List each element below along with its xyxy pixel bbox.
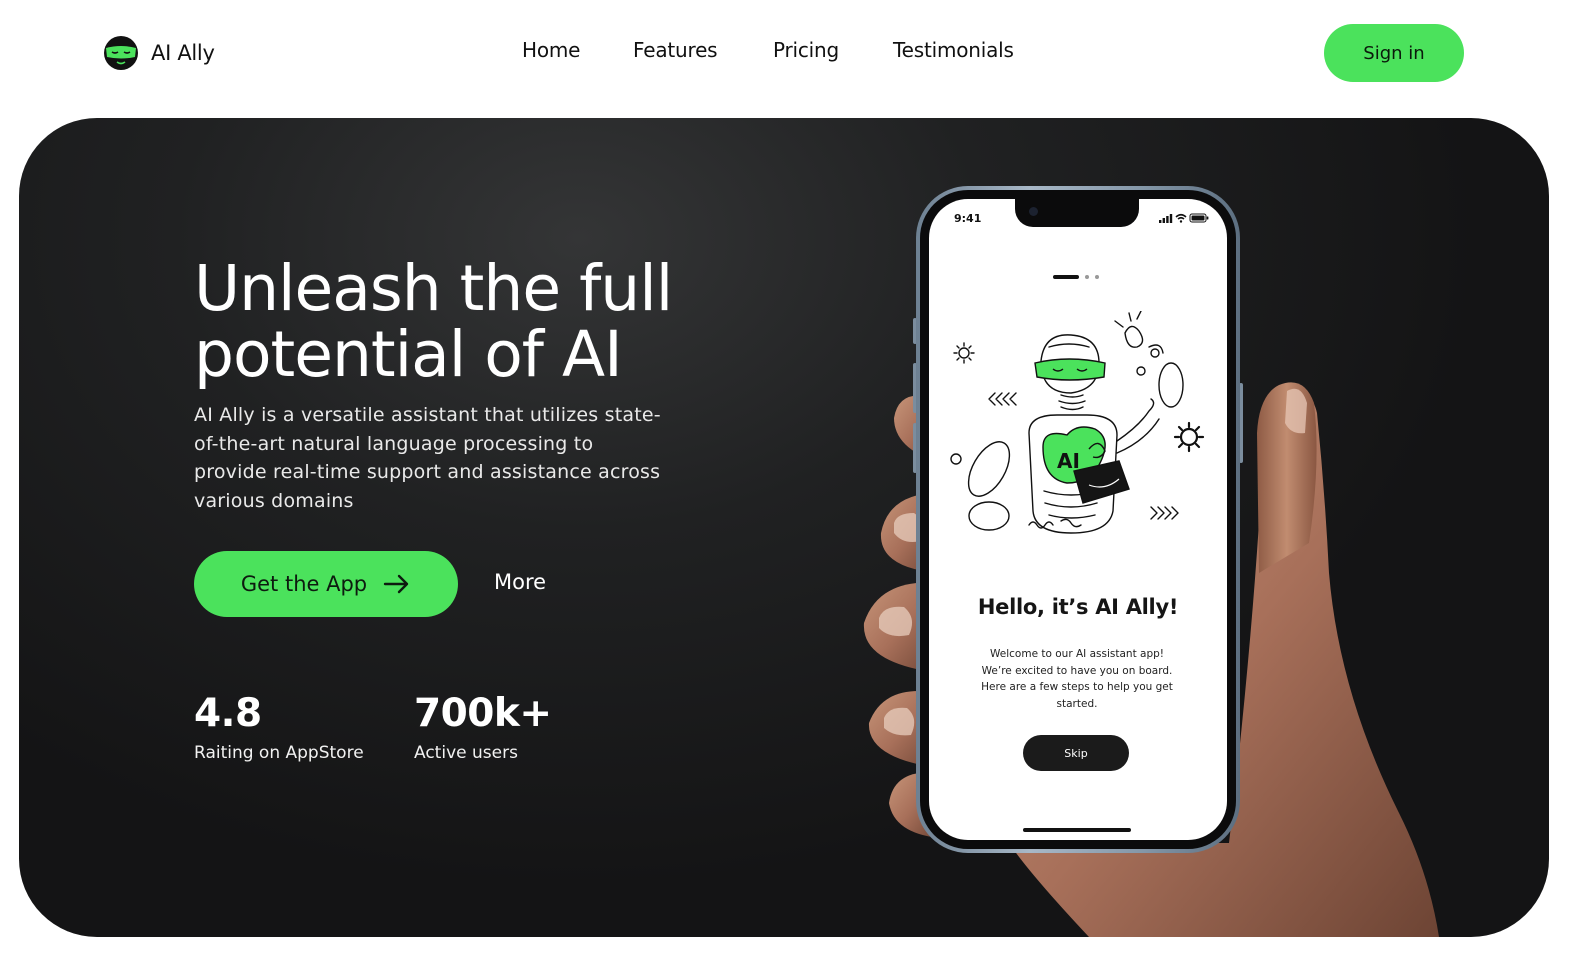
onboarding-pager[interactable] bbox=[1053, 274, 1103, 280]
camera-icon bbox=[1029, 207, 1038, 216]
nav-features[interactable]: Features bbox=[633, 38, 718, 62]
hero-headline: Unleash the full potential of AI bbox=[194, 252, 673, 391]
welcome-body: Welcome to our AI assistant app! We’re e… bbox=[981, 648, 1173, 711]
hero-description: AI Ally is a versatile assistant that ut… bbox=[194, 404, 661, 512]
phone-mockup: 9:41 AI Hello, it’s AI Ally! Welcome to … bbox=[916, 186, 1240, 853]
signal-icon bbox=[1159, 214, 1173, 223]
get-the-app-button[interactable]: Get the App bbox=[194, 551, 458, 617]
battery-icon bbox=[1189, 213, 1209, 223]
more-link[interactable]: More bbox=[494, 570, 546, 594]
stat-rating-label: Raiting on AppStore bbox=[194, 743, 364, 763]
illustration-ai-label: AI bbox=[1057, 449, 1080, 473]
phone-screen: 9:41 AI Hello, it’s AI Ally! Welcome to … bbox=[929, 199, 1227, 840]
welcome-title: Hello, it’s AI Ally! bbox=[977, 595, 1179, 619]
status-time: 9:41 bbox=[954, 212, 982, 225]
get-the-app-label: Get the App bbox=[240, 572, 368, 596]
home-indicator bbox=[1023, 828, 1131, 832]
nav-home[interactable]: Home bbox=[522, 38, 580, 62]
phone-bezel: 9:41 AI Hello, it’s AI Ally! Welcome to … bbox=[920, 190, 1236, 849]
status-icons bbox=[1159, 213, 1209, 223]
stat-users-value: 700k+ bbox=[414, 691, 552, 736]
wifi-icon bbox=[1175, 213, 1187, 223]
arrow-right-icon bbox=[383, 574, 409, 594]
stat-rating-value: 4.8 bbox=[194, 691, 262, 736]
skip-button[interactable]: Skip bbox=[1023, 735, 1129, 771]
nav-pricing[interactable]: Pricing bbox=[773, 38, 839, 62]
stat-users-label: Active users bbox=[414, 743, 518, 763]
sign-in-button[interactable]: Sign in bbox=[1324, 24, 1464, 82]
nav-testimonials[interactable]: Testimonials bbox=[893, 38, 1014, 62]
hero-section: Unleash the full potential of AI AI Ally… bbox=[19, 118, 1549, 937]
phone-notch bbox=[1015, 199, 1139, 227]
robot-illustration: AI bbox=[950, 311, 1205, 534]
